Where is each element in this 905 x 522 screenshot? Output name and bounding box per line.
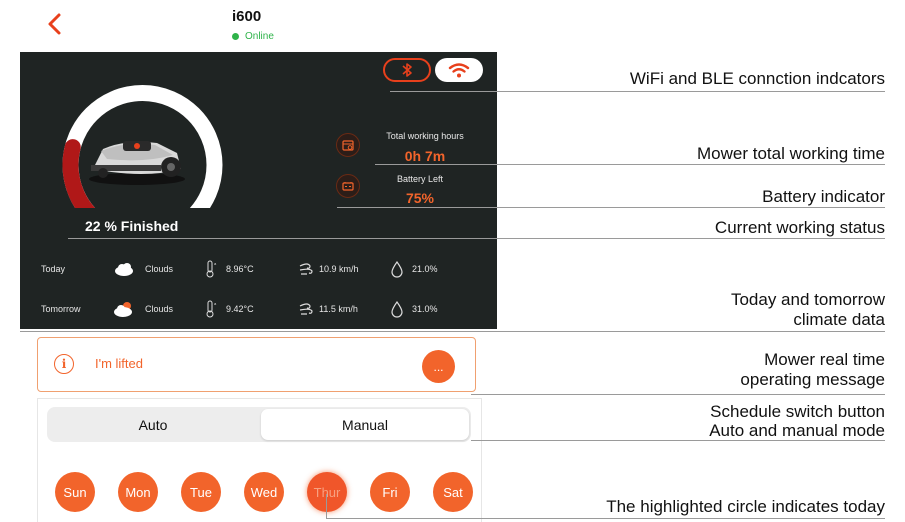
wifi-indicator[interactable]: [435, 58, 483, 82]
weather-condition: Clouds: [145, 264, 174, 274]
annotation-status: Current working status: [714, 218, 885, 237]
annotation-connection: WiFi and BLE connction indcators: [629, 69, 885, 88]
annotation-battery: Battery indicator: [762, 187, 885, 206]
annotation-line-today: [326, 518, 885, 519]
annotation-today: The highlighted circle indicates today: [606, 497, 885, 516]
svg-text:a: a: [214, 261, 217, 266]
annotation-climate-l1: Today and tomorrow: [730, 290, 885, 309]
day-fri[interactable]: Fri: [370, 472, 410, 512]
mower-image: [89, 141, 185, 185]
annotation-line-battery: [337, 207, 885, 208]
weather-wind: 11.5 km/h: [319, 304, 358, 314]
battery-value: 75%: [405, 190, 435, 206]
operating-message-box: i I'm lifted ...: [37, 337, 476, 392]
progress-status-text: 22 % Finished: [85, 218, 179, 234]
progress-gauge: [62, 85, 223, 208]
wind-icon: [299, 303, 313, 315]
svg-text:a: a: [214, 301, 217, 306]
annotation-line-climate: [20, 331, 885, 332]
thermometer-icon: a: [206, 260, 217, 278]
mode-auto-option[interactable]: Auto: [49, 409, 257, 440]
annotation-line-message: [471, 394, 885, 395]
battery-label: Battery Left: [396, 174, 444, 184]
annotation-switch-l2: Auto and manual mode: [709, 421, 885, 440]
annotation-pointer-today: [326, 494, 327, 518]
weather-condition: Clouds: [145, 304, 174, 314]
day-mon[interactable]: Mon: [118, 472, 158, 512]
annotation-line-working-time: [375, 164, 885, 165]
working-hours-value: 0h 7m: [404, 148, 446, 164]
connection-indicators: [383, 58, 483, 82]
humidity-drop-icon: [391, 260, 403, 278]
top-bar: i600 Online: [0, 0, 497, 52]
weather-humidity: 31.0%: [412, 304, 438, 314]
calendar-clock-icon: [336, 133, 360, 157]
more-options-button[interactable]: ...: [422, 350, 455, 383]
online-dot-icon: [232, 33, 239, 40]
battery-icon: [336, 174, 360, 198]
cloud-icon: [115, 263, 133, 276]
app-screen: i600 Online 22 % Finished Total working …: [0, 0, 497, 522]
online-status: Online: [232, 31, 274, 42]
online-status-label: Online: [245, 31, 274, 42]
weather-temperature: 8.96°C: [226, 264, 254, 274]
weather-row-today: Today Clouds a 8.96°C 10.9 km/h 21.0%: [20, 260, 497, 280]
working-hours-label: Total working hours: [386, 131, 464, 141]
schedule-mode-switch: Auto Manual: [47, 407, 471, 442]
weather-temperature: 9.42°C: [226, 304, 254, 314]
annotation-line-connection: [390, 91, 885, 92]
gauge-progress-fill: [62, 139, 96, 208]
info-icon: i: [54, 354, 74, 374]
annotation-climate-l2: climate data: [793, 310, 885, 329]
annotation-line-status: [68, 238, 885, 239]
operating-message-text: I'm lifted: [95, 356, 143, 371]
day-sun[interactable]: Sun: [55, 472, 95, 512]
mode-manual-option[interactable]: Manual: [261, 409, 469, 440]
day-wed[interactable]: Wed: [244, 472, 284, 512]
day-sat[interactable]: Sat: [433, 472, 473, 512]
thermometer-icon: a: [206, 300, 217, 318]
annotation-working-time: Mower total working time: [696, 144, 885, 163]
wifi-icon: [448, 63, 470, 78]
sun-cloud-icon: [114, 302, 132, 317]
weather-humidity: 21.0%: [412, 264, 438, 274]
device-title: i600: [232, 8, 262, 25]
annotation-message-l2: operating message: [740, 370, 885, 389]
weather-day-label: Tomorrow: [41, 304, 81, 314]
humidity-drop-icon: [391, 300, 403, 318]
day-thur-today[interactable]: Thur: [307, 472, 347, 512]
weather-wind: 10.9 km/h: [319, 264, 359, 274]
bluetooth-indicator[interactable]: [383, 58, 431, 82]
weather-row-tomorrow: Tomorrow Clouds a 9.42°C 11.5 km/h 31.0%: [20, 300, 497, 320]
annotation-message-l1: Mower real time: [764, 350, 885, 369]
day-tue[interactable]: Tue: [181, 472, 221, 512]
weather-day-label: Today: [41, 264, 66, 274]
bluetooth-icon: [402, 63, 412, 77]
annotation-switch-l1: Schedule switch button: [710, 402, 885, 421]
wind-icon: [299, 263, 313, 275]
